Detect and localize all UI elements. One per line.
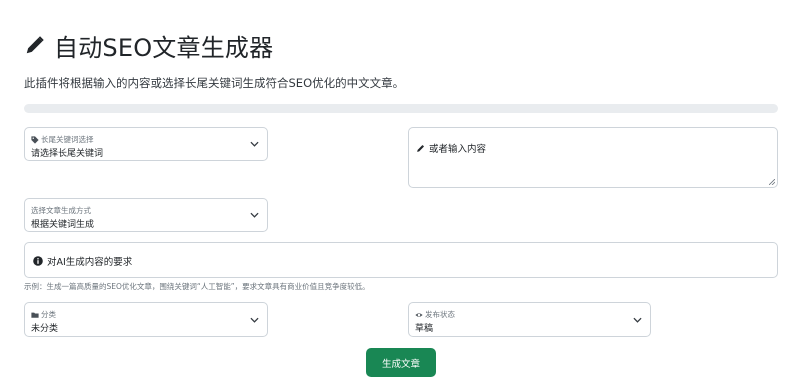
category-select[interactable]: 分类 未分类 — [24, 302, 268, 337]
pencil-icon — [417, 144, 425, 152]
generate-article-button[interactable]: 生成文章 — [366, 348, 436, 377]
status-select-label-text: 发布状态 — [425, 310, 455, 319]
content-textarea-placeholder-text: 或者输入内容 — [429, 144, 487, 155]
status-select-value: 草稿 — [415, 324, 434, 334]
status-select-label: 发布状态 — [415, 309, 455, 320]
chevron-down-icon — [250, 317, 259, 323]
chevron-down-icon — [250, 141, 259, 147]
method-select-value: 根据关键词生成 — [31, 220, 95, 230]
chevron-down-icon — [250, 212, 259, 218]
eye-icon — [415, 312, 423, 317]
page-title-text: 自动SEO文章生成器 — [54, 33, 274, 62]
content-textarea[interactable]: 或者输入内容 — [408, 127, 778, 188]
ai-prompt-placeholder: 对AI生成内容的要求 — [33, 254, 132, 268]
ai-prompt-placeholder-text: 对AI生成内容的要求 — [47, 257, 133, 268]
method-select-label: 选择文章生成方式 — [31, 206, 91, 215]
resize-handle-icon[interactable] — [769, 179, 775, 185]
category-select-label: 分类 — [31, 309, 56, 320]
info-circle-icon — [33, 256, 43, 266]
progress-bar — [24, 104, 778, 113]
content-textarea-placeholder: 或者输入内容 — [416, 141, 486, 155]
page-description: 此插件将根据输入的内容或选择长尾关键词生成符合SEO优化的中文文章。 — [24, 76, 405, 90]
page-title: 自动SEO文章生成器 — [24, 28, 273, 62]
status-select[interactable]: 发布状态 草稿 — [408, 302, 651, 337]
ai-prompt-example: 示例：生成一篇高质量的SEO优化文章，围绕关键词“人工智能”，要求文章具有商业价… — [24, 282, 370, 291]
pencil-icon — [26, 36, 44, 54]
keyword-select-value: 请选择长尾关键词 — [31, 149, 104, 159]
keyword-select[interactable]: 长尾关键词选择 请选择长尾关键词 — [24, 127, 268, 161]
ai-prompt-input[interactable]: 对AI生成内容的要求 — [24, 242, 778, 278]
tag-icon — [31, 135, 39, 144]
category-select-value: 未分类 — [31, 324, 59, 334]
category-select-label-text: 分类 — [41, 310, 56, 319]
keyword-select-label: 长尾关键词选择 — [31, 134, 94, 145]
chevron-down-icon — [633, 317, 642, 323]
folder-icon — [31, 312, 39, 318]
method-select[interactable]: 选择文章生成方式 根据关键词生成 — [24, 198, 268, 232]
keyword-select-label-text: 长尾关键词选择 — [41, 135, 94, 144]
